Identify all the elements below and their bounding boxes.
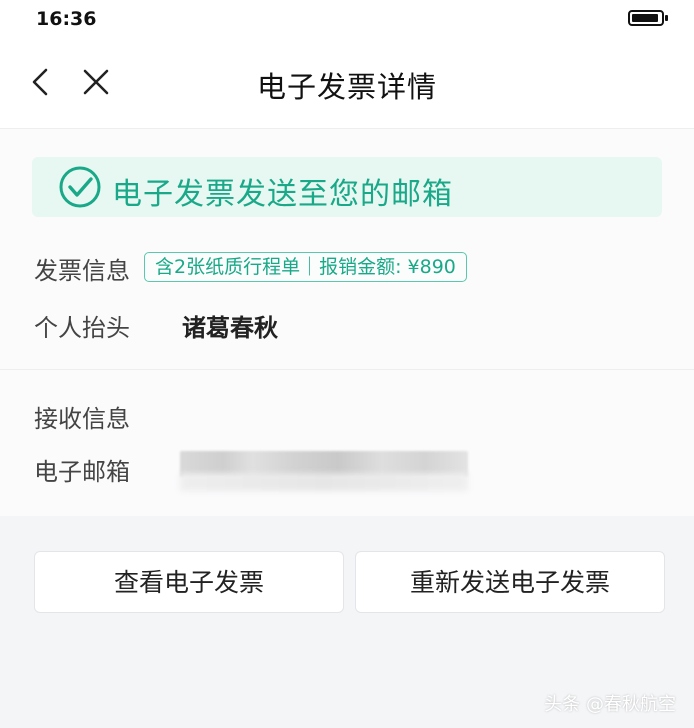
- view-invoice-button[interactable]: 查看电子发票: [34, 551, 344, 613]
- success-banner: 电子发票发送至您的邮箱: [32, 157, 662, 217]
- invoice-info-label: 发票信息: [34, 257, 130, 285]
- status-bar: 16:36: [0, 0, 694, 40]
- personal-header-label: 个人抬头: [34, 314, 130, 342]
- status-time: 16:36: [36, 8, 97, 30]
- email-label: 电子邮箱: [34, 458, 130, 486]
- receive-info-label: 接收信息: [34, 405, 130, 433]
- resend-invoice-button[interactable]: 重新发送电子发票: [355, 551, 665, 613]
- check-circle-icon: [58, 165, 102, 209]
- invoice-info-tag: 含2张纸质行程单｜报销金额: ¥890: [144, 252, 467, 282]
- nav-bar: 电子发票详情: [0, 40, 694, 129]
- watermark: 头条 @春秋航空: [544, 694, 676, 715]
- battery-icon: [628, 10, 668, 26]
- divider: [0, 369, 694, 370]
- email-value-redacted-shadow: [180, 473, 468, 491]
- banner-text: 电子发票发送至您的邮箱: [112, 177, 453, 212]
- page-title: 电子发票详情: [256, 70, 437, 104]
- invoice-detail-content: 电子发票发送至您的邮箱 发票信息 含2张纸质行程单｜报销金额: ¥890 个人抬…: [0, 129, 694, 516]
- personal-header-value: 诸葛春秋: [182, 314, 278, 342]
